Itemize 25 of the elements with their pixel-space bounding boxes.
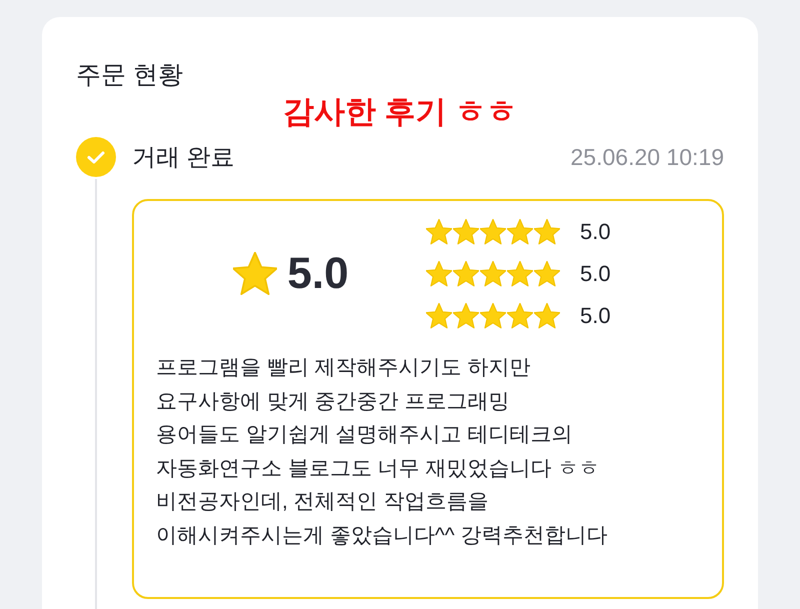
rating-value: 5.0 xyxy=(580,303,611,329)
step-label: 거래 완료 xyxy=(132,143,236,173)
star-icon xyxy=(426,303,452,329)
star-icon xyxy=(453,261,479,287)
star-icon xyxy=(480,261,506,287)
section-title: 주문 현황 xyxy=(76,60,184,91)
star-icon xyxy=(233,252,278,296)
star-icon xyxy=(480,219,506,245)
star-icon xyxy=(453,303,479,329)
star-icon xyxy=(507,303,533,329)
rating-value: 5.0 xyxy=(580,261,611,287)
overall-score: 5.0 xyxy=(287,249,349,299)
star-icon xyxy=(426,219,452,245)
rating-value: 5.0 xyxy=(580,219,611,245)
star-icon xyxy=(453,219,479,245)
star-icon xyxy=(534,303,560,329)
star-icon xyxy=(426,261,452,287)
star-icon xyxy=(507,219,533,245)
review-text: 프로그램을 빨리 제작해주시기도 하지만 요구사항에 맞게 중간중간 프로그래밍 용어들도 알기쉽게 설명해주시고 테디테크의 자동화연구소 블로그도 너무 재밌었습니다 ㅎㅎ 비전공자인데, 전체적인 작업흐름을 이해시켜주시는게 좋았습니다^^ 강력추천합니다 xyxy=(156,355,608,548)
star-icon xyxy=(534,261,560,287)
banner-text: 감사한 후기 ㅎㅎ xyxy=(282,93,518,131)
step-time: 25.06.20 10:19 xyxy=(570,144,724,170)
star-icon xyxy=(534,219,560,245)
star-icon xyxy=(480,303,506,329)
star-icon xyxy=(507,261,533,287)
